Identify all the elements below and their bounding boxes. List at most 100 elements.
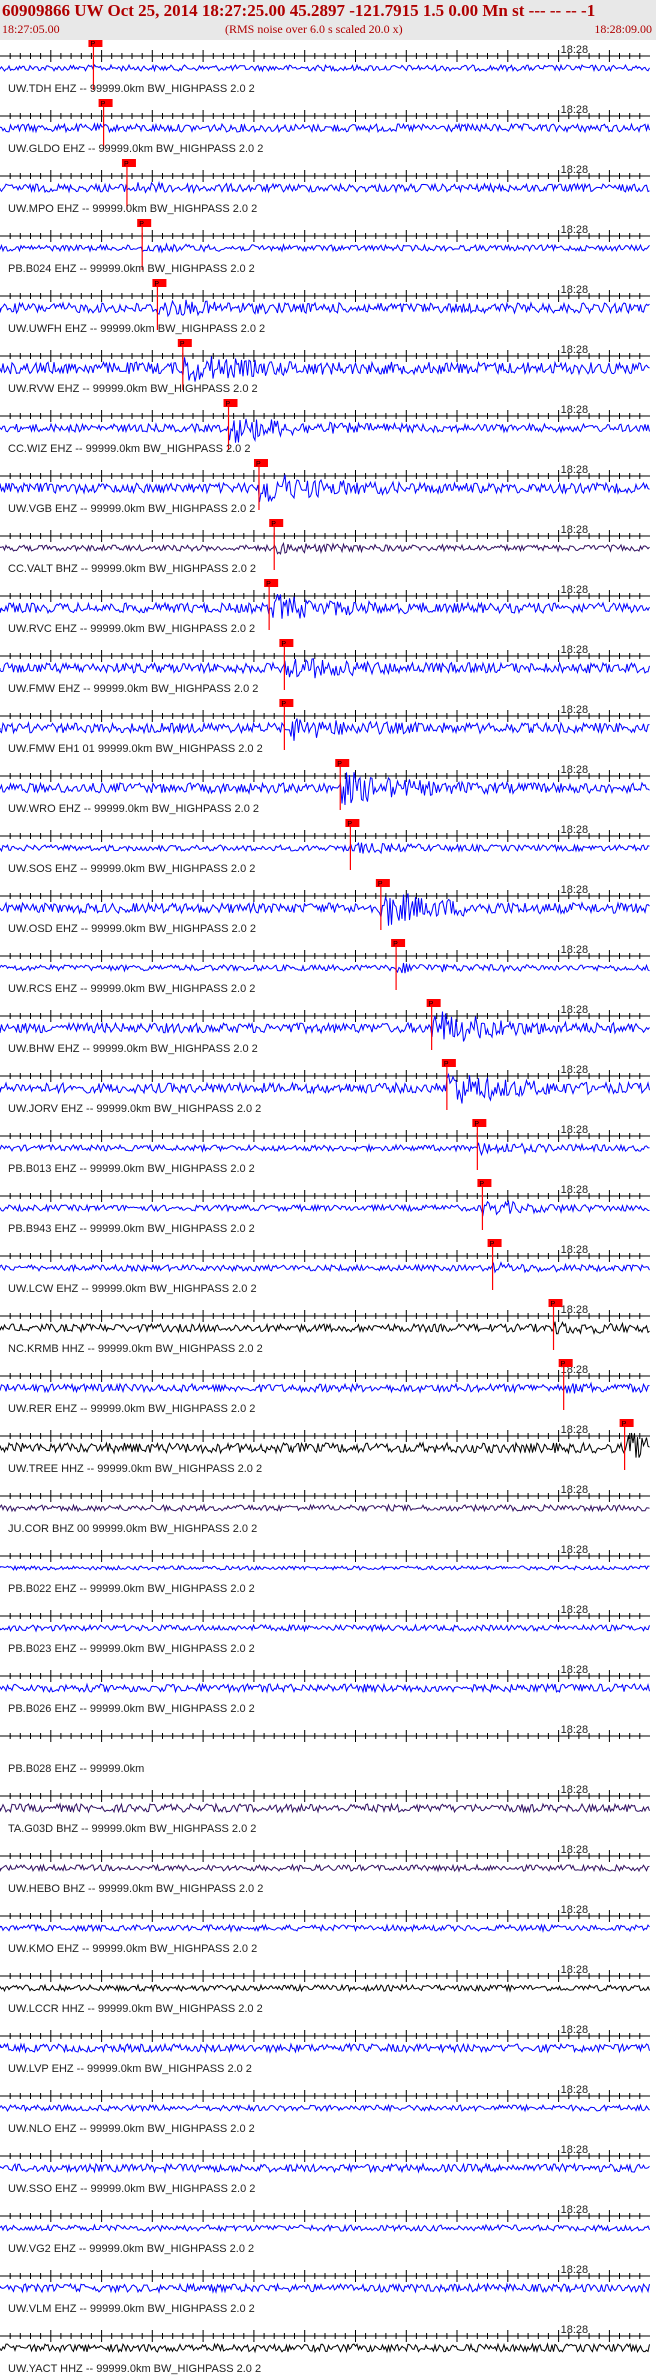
tick-label: 18:28 [561,224,589,236]
pick-tag: P [378,881,383,888]
waveform-trace [0,1142,650,1157]
station-label: UW.SSO EHZ -- 99999.0km BW_HIGHPASS 2.0 … [8,2183,255,2195]
waveform-trace [0,1863,650,1873]
tick-label: 18:28 [561,2084,589,2096]
waveform-trace [0,1923,650,1933]
pick-tag: P [551,1301,556,1308]
pick-tag: P [561,1361,566,1368]
station-label: PB.B022 EHZ -- 99999.0km BW_HIGHPASS 2.0… [8,1583,255,1595]
record-title: 60909866 UW Oct 25, 2014 18:27:25.00 45.… [2,1,596,20]
tick-label: 18:28 [561,1484,589,1496]
station-label: UW.VG2 EHZ -- 99999.0km BW_HIGHPASS 2.0 … [8,2243,254,2255]
station-label: CC.WIZ EHZ -- 99999.0km BW_HIGHPASS 2.0 … [8,443,250,455]
tick-label: 18:28 [561,1184,589,1196]
pick-tag: P [393,941,398,948]
waveform-trace [0,418,650,443]
station-label: CC.VALT BHZ -- 99999.0km BW_HIGHPASS 2.0… [8,563,256,575]
station-label: PB.B026 EHZ -- 99999.0km BW_HIGHPASS 2.0… [8,1703,255,1715]
tick-label: 18:28 [561,1904,589,1916]
tick-label: 18:28 [561,1244,589,1256]
tick-label: 18:28 [561,164,589,176]
tick-label: 18:28 [561,1784,589,1796]
pick-tag: P [124,161,129,168]
tick-label: 18:28 [561,884,589,896]
waveform-trace [0,1623,650,1633]
pick-tag: P [154,281,159,288]
tick-label: 18:28 [561,1964,589,1976]
station-label: UW.GLDO EHZ -- 99999.0km BW_HIGHPASS 2.0… [8,143,263,155]
tick-label: 18:28 [561,704,589,716]
pick-tag: P [180,341,185,348]
station-label: PB.B023 EHZ -- 99999.0km BW_HIGHPASS 2.0… [8,1643,255,1655]
pick-tag: P [101,101,106,108]
station-label: UW.RER EHZ -- 99999.0km BW_HIGHPASS 2.0 … [8,1403,255,1415]
waveform-trace [0,2103,650,2113]
station-label: UW.TREE HHZ -- 99999.0km BW_HIGHPASS 2.0… [8,1463,262,1475]
tick-label: 18:28 [561,944,589,956]
station-label: PB.B028 EHZ -- 99999.0km [8,1763,144,1775]
tick-label: 18:28 [561,584,589,596]
tick-label: 18:28 [561,2204,589,2216]
pick-tag: P [479,1181,484,1188]
waveform-trace [0,1682,650,1694]
waveform-trace [0,1503,650,1513]
tick-label: 18:28 [561,2024,589,2036]
station-label: UW.RVW EHZ -- 99999.0km BW_HIGHPASS 2.0 … [8,383,258,395]
pick-tag: P [474,1121,479,1128]
waveform-trace [0,841,650,855]
tick-label: 18:28 [561,2324,589,2336]
waveform-trace [0,63,650,73]
record-header: 60909866 UW Oct 25, 2014 18:27:25.00 45.… [0,0,656,40]
station-label: UW.TDH EHZ -- 99999.0km BW_HIGHPASS 2.0 … [8,83,255,95]
station-label: UW.FMW EHZ -- 99999.0km BW_HIGHPASS 2.0 … [8,683,258,695]
waveform-trace [0,242,650,254]
seismogram-plot: 18:28 P UW.TDH EHZ -- 99999.0km BW_HIGHPAS… [0,40,650,2375]
pick-tag: P [444,1061,449,1068]
tick-label: 18:28 [561,1304,589,1316]
waveform-trace [0,1381,650,1394]
start-time: 18:27:05.00 [2,22,60,36]
pick-tag: P [490,1241,495,1248]
station-label: UW.RVC EHZ -- 99999.0km BW_HIGHPASS 2.0 … [8,623,255,635]
pick-tag: P [271,521,276,528]
station-label: UW.YACT HHZ -- 99999.0km BW_HIGHPASS 2.0… [8,2363,261,2375]
station-label: NC.KRMB HHZ -- 99999.0km BW_HIGHPASS 2.0… [8,1343,263,1355]
station-label: UW.OSD EHZ -- 99999.0km BW_HIGHPASS 2.0 … [8,923,256,935]
station-label: UW.SOS EHZ -- 99999.0km BW_HIGHPASS 2.0 … [8,863,255,875]
station-label: UW.RCS EHZ -- 99999.0km BW_HIGHPASS 2.0 … [8,983,255,995]
tick-label: 18:28 [561,464,589,476]
pick-tag: P [266,581,271,588]
waveform-trace [0,2162,650,2174]
waveform-trace [0,2342,650,2354]
station-label: UW.LCW EHZ -- 99999.0km BW_HIGHPASS 2.0 … [8,1283,257,1295]
waveform-trace [0,299,650,318]
tick-label: 18:28 [561,1064,589,1076]
waveform-trace [0,1802,650,1814]
tick-label: 18:28 [561,1664,589,1676]
station-label: UW.FMW EH1 01 99999.0km BW_HIGHPASS 2.0 … [8,743,263,755]
tick-label: 18:28 [561,2144,589,2156]
tick-label: 18:28 [561,1844,589,1856]
pick-tag: P [90,41,95,48]
tick-label: 18:28 [561,524,589,536]
waveform-trace [0,180,650,194]
record-subtitle: (RMS noise over 6.0 s scaled 20.0 x) [225,22,403,36]
station-label: UW.MPO EHZ -- 99999.0km BW_HIGHPASS 2.0 … [8,203,257,215]
pick-tag: P [622,1421,627,1428]
waveform-trace [0,962,650,974]
station-label: PB.B013 EHZ -- 99999.0km BW_HIGHPASS 2.0… [8,1163,255,1175]
tick-label: 18:28 [561,104,589,116]
tick-label: 18:28 [561,2264,589,2276]
station-label: UW.LVP EHZ -- 99999.0km BW_HIGHPASS 2.0 … [8,2063,252,2075]
station-label: UW.VGB EHZ -- 99999.0km BW_HIGHPASS 2.0 … [8,503,255,515]
pick-tag: P [429,1001,434,1008]
tick-label: 18:28 [561,824,589,836]
station-label: JU.COR BHZ 00 99999.0km BW_HIGHPASS 2.0 … [8,1523,257,1535]
waveform-trace [0,356,650,382]
tick-label: 18:28 [561,344,589,356]
station-label: UW.VLM EHZ -- 99999.0km BW_HIGHPASS 2.0 … [8,2303,255,2315]
tick-label: 18:28 [561,644,589,656]
pick-tag: P [256,461,261,468]
waveform-trace [0,1564,650,1572]
pick-tag: P [281,701,286,708]
